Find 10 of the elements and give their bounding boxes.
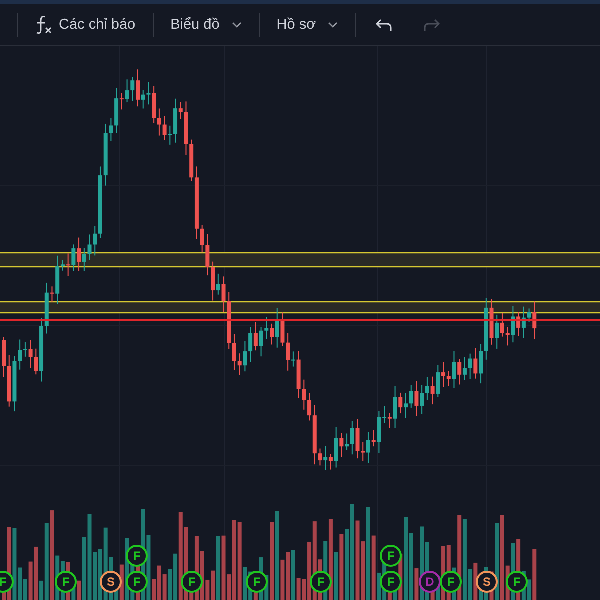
function-icon [35, 14, 53, 34]
event-marker[interactable]: F [55, 571, 77, 593]
event-marker[interactable]: F [0, 571, 14, 593]
caret-icon [328, 22, 338, 28]
caret-icon [232, 22, 242, 28]
menu-button[interactable]: Biểu đồ [160, 10, 252, 38]
event-marker[interactable]: F [380, 545, 402, 567]
event-marker[interactable]: F [246, 571, 268, 593]
indicators-button[interactable]: Các chỉ báo [25, 8, 146, 40]
menu-button[interactable]: Hồ sơ [266, 10, 348, 38]
